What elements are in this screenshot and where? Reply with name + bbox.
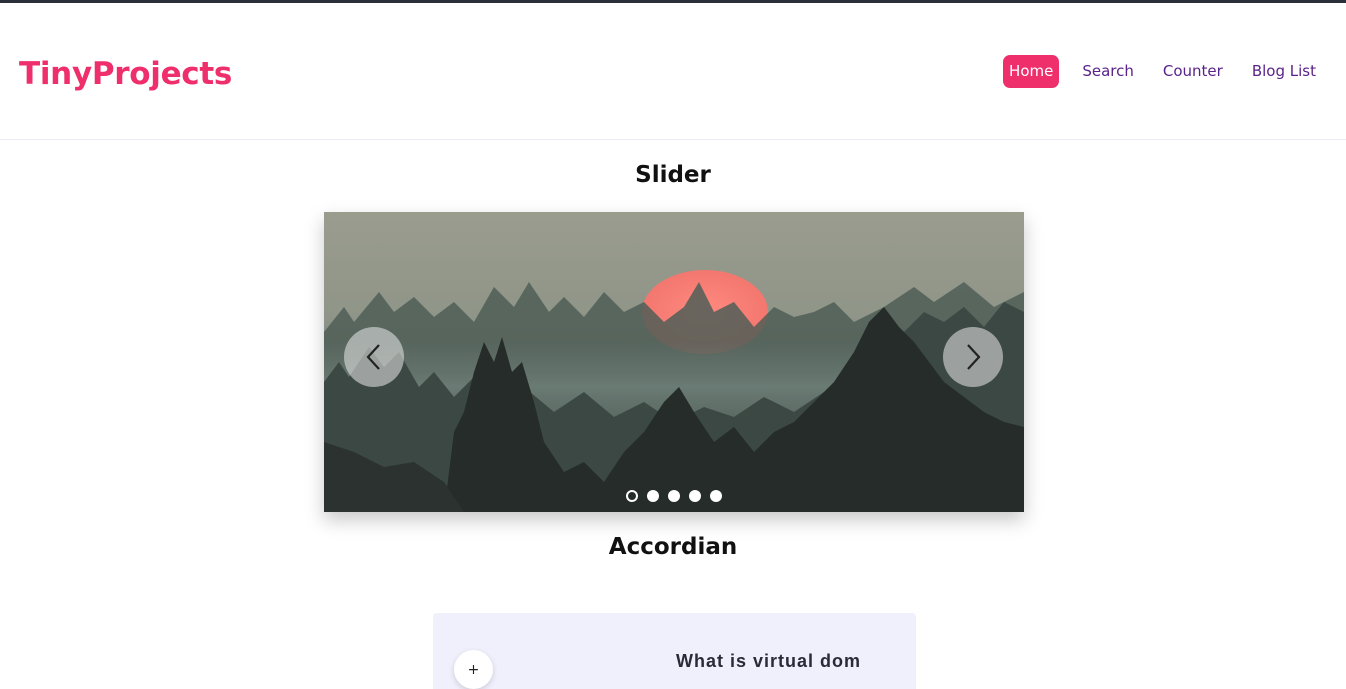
accordion-question[interactable]: What is virtual dom [676, 651, 861, 672]
slider-next-button[interactable] [943, 327, 1003, 387]
nav-item-home[interactable]: Home [1003, 55, 1060, 88]
main-nav: Home Search Counter Blog List [1003, 55, 1322, 88]
image-slider [324, 212, 1024, 512]
site-header: TinyProjects Home Search Counter Blog Li… [0, 3, 1346, 140]
chevron-left-icon [366, 344, 380, 370]
slider-heading: Slider [635, 162, 711, 188]
slider-dot[interactable] [710, 490, 722, 502]
slide-image [324, 212, 1024, 512]
slider-dot[interactable] [626, 490, 638, 502]
brand-logo[interactable]: TinyProjects [19, 56, 232, 92]
accordion-item[interactable]: + What is virtual dom [433, 613, 916, 689]
slider-dot[interactable] [668, 490, 680, 502]
chevron-right-icon [967, 344, 981, 370]
slider-dot[interactable] [689, 490, 701, 502]
nav-item-search[interactable]: Search [1076, 55, 1140, 88]
slider-dots [324, 490, 1024, 502]
nav-item-blog-list[interactable]: Blog List [1246, 55, 1322, 88]
nav-item-counter[interactable]: Counter [1157, 55, 1229, 88]
accordion-heading: Accordian [608, 534, 738, 560]
accordion-toggle-button[interactable]: + [454, 650, 493, 689]
slider-dot[interactable] [647, 490, 659, 502]
slider-prev-button[interactable] [344, 327, 404, 387]
